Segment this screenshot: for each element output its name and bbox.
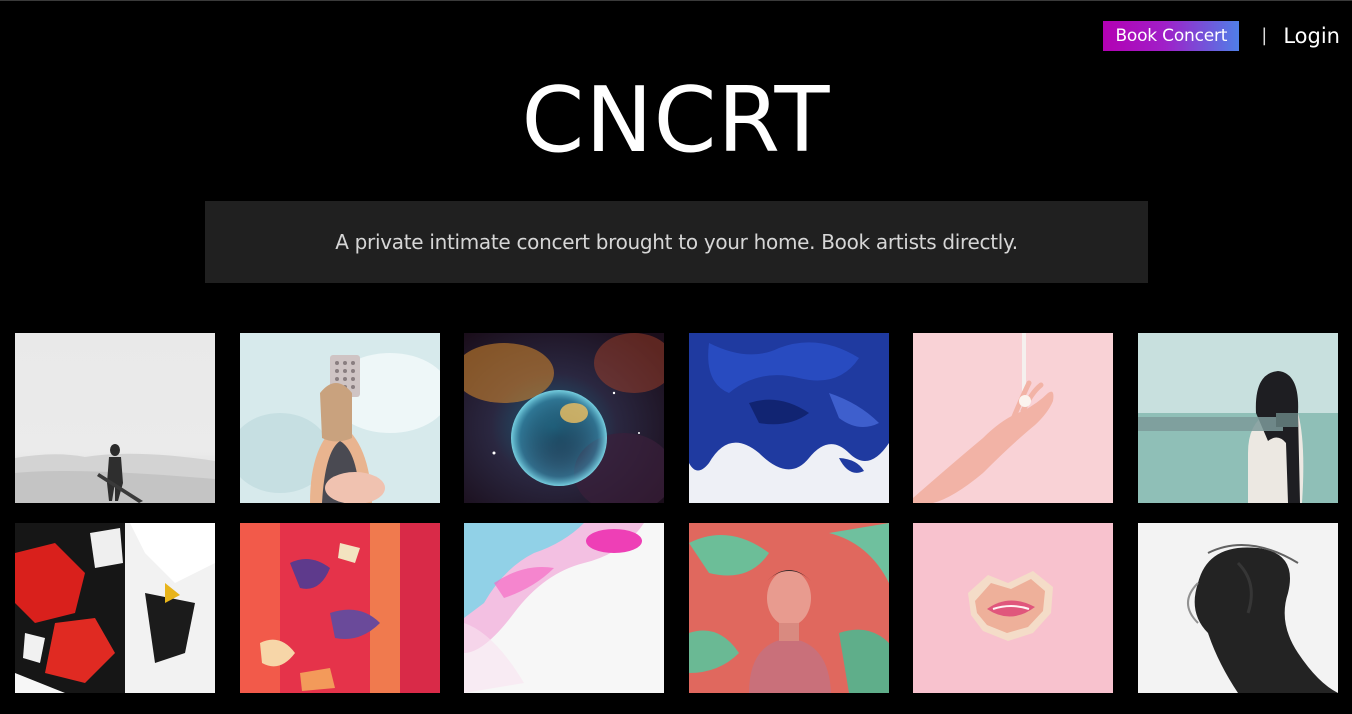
nebula-bubble-photo[interactable] (464, 333, 665, 503)
gallery-grid (15, 333, 1338, 693)
book-concert-button[interactable]: Book Concert (1103, 21, 1240, 51)
torn-paper-lips-photo[interactable] (913, 523, 1114, 693)
blue-ink-image (688, 333, 889, 503)
pink-blue-fluid-image (464, 523, 665, 693)
hand-with-paint-pink-photo[interactable] (913, 333, 1114, 503)
red-black-collage-image (15, 523, 215, 693)
tagline-text: A private intimate concert brought to yo… (335, 230, 1018, 254)
nebula-bubble-image (464, 333, 665, 503)
nav-separator: | (1261, 25, 1268, 46)
guitarist-desert-photo[interactable] (15, 333, 215, 503)
man-neon-portrait-photo[interactable] (688, 523, 889, 693)
red-painted-wood-photo[interactable] (239, 523, 440, 693)
hand-paint-image (913, 333, 1114, 503)
blue-ink-in-water-photo[interactable] (688, 333, 889, 503)
red-black-abstract-collage-photo[interactable] (15, 523, 215, 693)
site-title: CNCRT (521, 68, 831, 173)
blindfolded-woman-image (1137, 333, 1338, 503)
blindfolded-woman-sea-photo[interactable] (1137, 333, 1338, 503)
person-holding-disc-image (239, 333, 440, 503)
top-nav: Book Concert | Login (1103, 20, 1340, 52)
veiled-face-bw-photo[interactable] (1137, 523, 1338, 693)
login-link[interactable]: Login (1283, 21, 1340, 51)
pink-blue-fluid-art-photo[interactable] (464, 523, 665, 693)
person-holding-disc-photo[interactable] (239, 333, 440, 503)
veiled-face-image (1137, 523, 1338, 693)
man-neon-portrait-image (688, 523, 889, 693)
guitarist-desert-image (15, 333, 215, 503)
tagline-box: A private intimate concert brought to yo… (205, 201, 1148, 283)
page: Book Concert | Login CNCRT A private int… (0, 0, 1352, 714)
torn-paper-lips-image (913, 523, 1114, 693)
red-wood-image (239, 523, 440, 693)
